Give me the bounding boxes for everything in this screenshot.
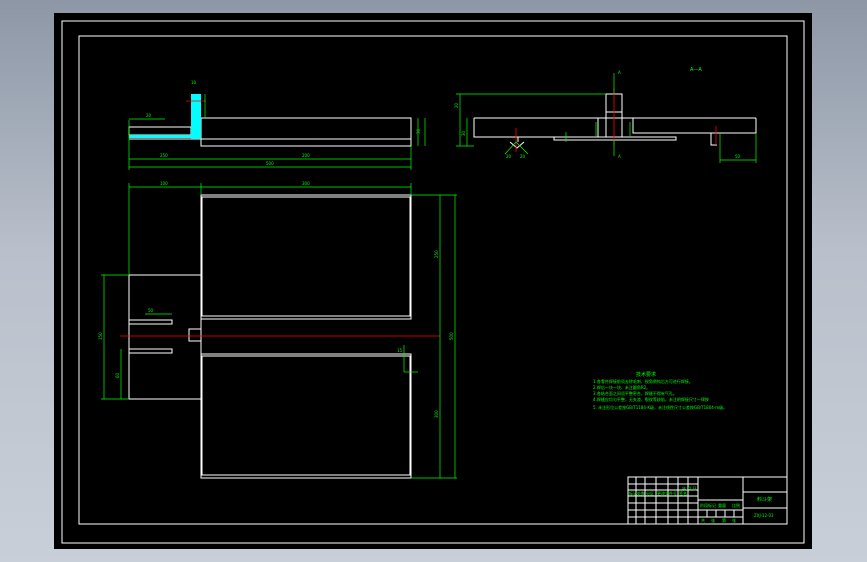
sheet-label: 张 xyxy=(711,517,715,523)
section-dim-label: 50 xyxy=(735,154,741,159)
note-line: 2.焊后一块一块、未注圆角R2。 xyxy=(593,384,650,390)
plan-dim-label: 150 xyxy=(98,332,103,340)
stage-label: 比例 xyxy=(732,502,740,508)
plan-dim-label: 250 xyxy=(434,250,439,258)
plan-dim-label: 100 xyxy=(160,181,168,186)
sheet-label: 共 xyxy=(701,517,705,523)
title-block-cell: 年.月.日 xyxy=(682,485,697,491)
title-block-cell: 更改文件号 xyxy=(657,490,677,496)
note-line: 1.各零件焊接前须去除毛刺、锐角倒钝后方可进行焊接。 xyxy=(593,378,693,384)
front-dim-label: 30 xyxy=(416,128,421,134)
section-dim-label: 20 xyxy=(454,102,459,108)
front-dim-label: 20 xyxy=(146,113,152,118)
stage-label: 阶段标记 xyxy=(700,502,716,508)
plan-dim-label: 50 xyxy=(148,308,154,313)
cad-drawing-window: .w { stroke:#ffffff; fill:none; stroke-w… xyxy=(54,13,812,549)
title-block-cell: 处数 xyxy=(637,490,645,496)
section-dim-label: 30 xyxy=(461,130,466,136)
plan-dim-label: 300 xyxy=(302,181,310,186)
plan-dim-label: 500 xyxy=(449,332,454,340)
plan-dim-label: 60 xyxy=(115,372,120,378)
front-dim-label: 250 xyxy=(160,153,168,158)
section-view-title: A—A xyxy=(690,67,702,73)
sheet-label: 张 xyxy=(732,517,736,523)
section-dim-label: 20 xyxy=(506,154,512,159)
section-mark-top: A xyxy=(618,70,621,75)
drawing-name: 料斗架 xyxy=(757,496,772,503)
section-dim-label: 20 xyxy=(520,154,526,159)
note-line: 3.各结合面之间须平整密合，焊缝不得有气孔。 xyxy=(593,390,677,396)
note-line: 5. 未注形位公差按GB/T1184-K级，未注线性尺寸公差按GB/T1804-… xyxy=(593,404,727,410)
notes-title: 技术要求 xyxy=(636,371,656,378)
front-view-upright-foot xyxy=(129,135,201,138)
note-line: 4.焊缝应均匀平整，无夹渣、裂纹等缺陷，未注明焊接尺寸一律按 xyxy=(593,396,709,402)
section-mark-bottom: A xyxy=(618,154,621,159)
front-dim-label: 500 xyxy=(266,161,274,166)
plan-dim-label: 15 xyxy=(397,348,403,353)
model-space-background xyxy=(54,13,812,549)
title-block-cell: 标记 xyxy=(629,490,637,496)
title-block-cell: 分区 xyxy=(646,490,654,496)
front-dim-label: 10 xyxy=(191,80,197,85)
stage-label: 重量 xyxy=(718,502,726,508)
sheet-label: 第 xyxy=(722,517,726,523)
plan-dim-label: 300 xyxy=(434,410,439,418)
front-dim-label: 200 xyxy=(302,153,310,158)
drawing-number: ZXJ-12-03 xyxy=(754,513,774,518)
